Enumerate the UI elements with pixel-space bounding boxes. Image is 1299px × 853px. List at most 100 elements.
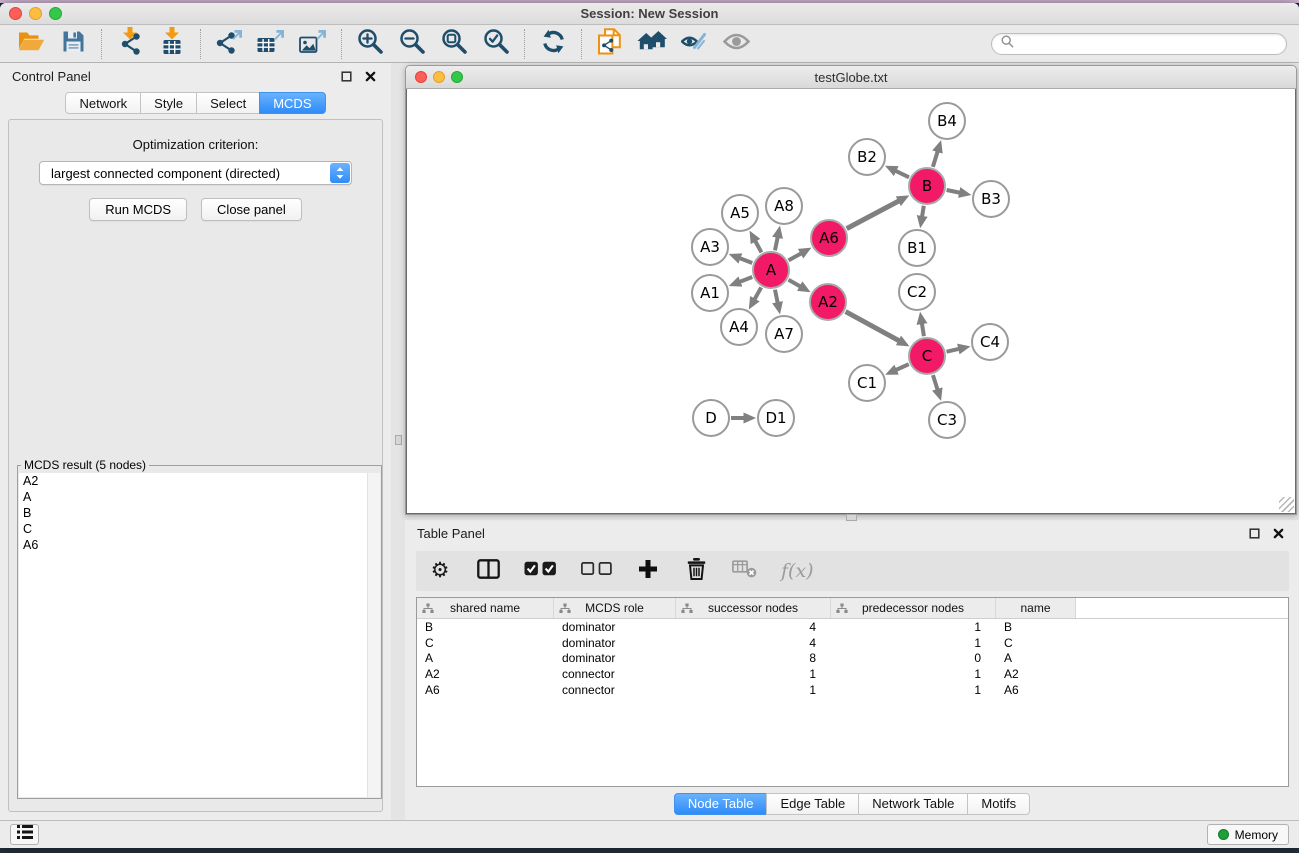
graph-node-A6[interactable]: A6 [810,219,848,257]
close-window-button[interactable] [9,7,22,20]
network-overview-button[interactable] [631,28,673,60]
graph-node-B1[interactable]: B1 [898,229,936,267]
open-session-button[interactable] [10,28,52,60]
result-list-item[interactable]: A6 [19,537,380,553]
graph-node-A5[interactable]: A5 [721,194,759,232]
column-header-successor-nodes[interactable]: successor nodes [676,598,831,618]
zoom-window-button[interactable] [49,7,62,20]
search-input[interactable] [1019,36,1277,52]
graph-node-A3[interactable]: A3 [691,228,729,266]
table-row[interactable]: Cdominator41C [417,635,1288,651]
minimize-window-button[interactable] [29,7,42,20]
result-list-item[interactable]: C [19,521,380,537]
graph-edge-C-C2[interactable] [922,324,924,337]
tab-node-table[interactable]: Node Table [674,793,768,815]
vertical-splitter-grip[interactable] [395,435,402,445]
graph-edge-A-A7[interactable] [775,290,778,303]
graph-node-A2[interactable]: A2 [809,283,847,321]
network-canvas[interactable]: B4 B2 B B3 A8A5 A6 A3 B1 A C2 A1 A2 A4A7 C4 C C1 C3 D D1 [406,89,1296,514]
tab-select[interactable]: Select [196,92,260,114]
graph-edge-A-A5[interactable] [755,241,761,252]
tab-motifs[interactable]: Motifs [967,793,1030,815]
column-header-predecessor-nodes[interactable]: predecessor nodes [831,598,996,618]
result-list-item[interactable]: A2 [19,473,380,489]
result-list-item[interactable]: A [19,489,380,505]
memory-button[interactable]: Memory [1207,824,1289,845]
graph-edge-B-B1[interactable] [922,206,924,217]
graph-node-C[interactable]: C [908,337,946,375]
graph-node-C2[interactable]: C2 [898,273,936,311]
graph-node-A4[interactable]: A4 [720,308,758,346]
graph-node-A8[interactable]: A8 [765,187,803,225]
table-close-icon[interactable] [1270,525,1287,542]
table-float-icon[interactable] [1246,525,1263,542]
graph-edge-A-A3[interactable] [740,258,752,263]
graph-node-D1[interactable]: D1 [757,399,795,437]
import-network-from-file-button[interactable] [109,28,151,60]
graph-node-D[interactable]: D [692,399,730,437]
zoom-selected-button[interactable] [475,28,517,60]
network-zoom-button[interactable] [451,71,463,83]
unselect-all-columns-button[interactable] [581,556,612,586]
clone-network-button[interactable] [589,28,631,60]
graph-node-C1[interactable]: C1 [848,364,886,402]
graph-edge-A-A1[interactable] [740,277,752,282]
select-all-columns-button[interactable] [524,556,557,586]
graph-node-A[interactable]: A [752,251,790,289]
export-network-button[interactable] [208,28,250,60]
network-close-button[interactable] [415,71,427,83]
tab-network-table[interactable]: Network Table [858,793,968,815]
graph-node-B3[interactable]: B3 [972,180,1010,218]
delete-columns-button[interactable] [684,556,708,586]
close-panel-icon[interactable] [362,68,379,85]
task-history-button[interactable] [10,824,39,845]
graph-edge-B-B3[interactable] [947,190,960,193]
criterion-select[interactable]: largest connected component (directed) [39,161,352,185]
graph-edge-C-C3[interactable] [933,375,937,389]
graph-node-A7[interactable]: A7 [765,315,803,353]
graph-edge-B-B4[interactable] [933,152,938,167]
run-mcds-button[interactable]: Run MCDS [89,198,187,221]
column-header-shared-name[interactable]: shared name [417,598,554,618]
export-image-button[interactable] [292,28,334,60]
tab-network[interactable]: Network [65,92,141,114]
graph-node-C4[interactable]: C4 [971,323,1009,361]
graph-edge-A6-B[interactable] [847,201,899,229]
tab-mcds[interactable]: MCDS [259,92,325,114]
show-hidden-button[interactable] [715,28,757,60]
graph-edge-A-A6[interactable] [789,253,801,260]
zoom-fit-content-button[interactable] [433,28,475,60]
horizontal-splitter-grip[interactable] [846,514,857,521]
graph-node-A1[interactable]: A1 [691,274,729,312]
table-row[interactable]: A2connector11A2 [417,666,1288,682]
tab-style[interactable]: Style [140,92,197,114]
zoom-out-button[interactable] [391,28,433,60]
tab-edge-table[interactable]: Edge Table [766,793,859,815]
import-table-from-file-button[interactable] [151,28,193,60]
table-row[interactable]: Bdominator41B [417,619,1288,635]
graph-edge-A-A8[interactable] [775,237,778,250]
graph-node-B2[interactable]: B2 [848,138,886,176]
network-minimize-button[interactable] [433,71,445,83]
graph-edge-A-A4[interactable] [755,287,762,299]
close-panel-button[interactable]: Close panel [201,198,302,221]
apply-layout-button[interactable] [532,28,574,60]
float-panel-icon[interactable] [338,68,355,85]
graph-edge-C-C4[interactable] [947,349,959,352]
graph-edge-A2-C[interactable] [846,312,899,341]
graph-edge-B-B2[interactable] [896,171,909,177]
column-header-name[interactable]: name [996,598,1076,618]
graph-node-C3[interactable]: C3 [928,401,966,439]
create-new-column-button[interactable] [636,556,660,586]
table-options-button[interactable]: ⚙ [428,556,452,586]
window-resize-grip[interactable] [1279,497,1294,512]
save-session-button[interactable] [52,28,94,60]
hide-selected-button[interactable] [673,28,715,60]
graph-edge-C-C1[interactable] [896,364,909,370]
table-row[interactable]: A6connector11A6 [417,682,1288,698]
graph-node-B4[interactable]: B4 [928,102,966,140]
zoom-in-button[interactable] [349,28,391,60]
graph-node-B[interactable]: B [908,167,946,205]
column-header-mcds-role[interactable]: MCDS role [554,598,676,618]
result-list-item[interactable]: B [19,505,380,521]
